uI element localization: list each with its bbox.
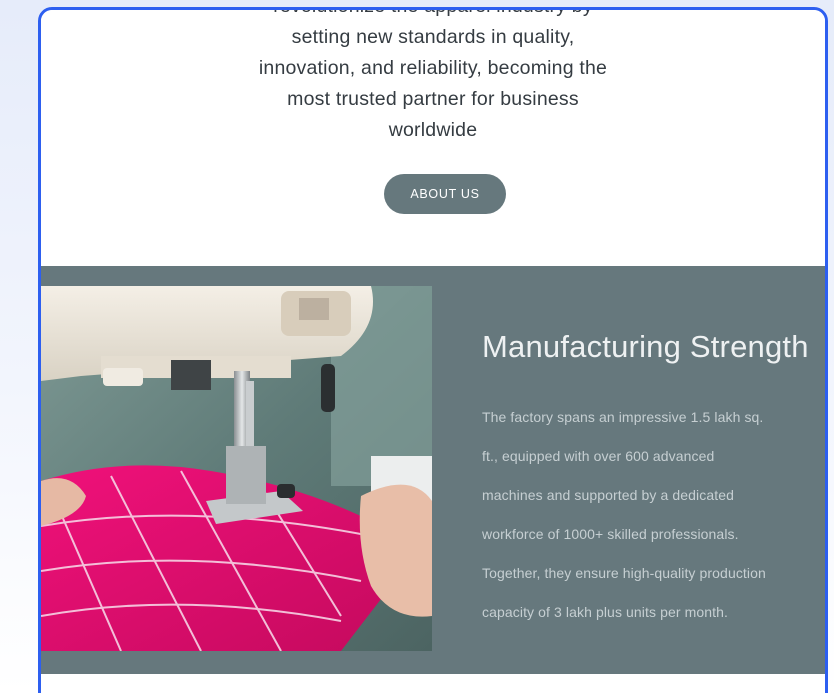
section-description: The factory spans an impressive 1.5 lakh… (482, 398, 825, 632)
mission-statement: revolutionize the apparel industry by se… (203, 10, 663, 146)
mission-section: revolutionize the apparel industry by se… (41, 10, 825, 266)
about-us-button[interactable]: ABOUT US (384, 174, 506, 214)
description-line: The factory spans an impressive 1.5 lakh… (482, 409, 764, 425)
mission-line: innovation, and reliability, becoming th… (258, 57, 608, 79)
browser-frame: revolutionize the apparel industry by se… (38, 7, 828, 693)
mission-line: setting new standards in quality, (291, 26, 575, 48)
description-line: machines and supported by a dedicated (482, 487, 734, 503)
description-line: capacity of 3 lakh plus units per month. (482, 604, 729, 620)
section-heading: Manufacturing Strength (482, 329, 809, 364)
description-line: workforce of 1000+ skilled professionals… (482, 526, 739, 542)
manufacturing-strength-section: Manufacturing Strength The factory spans… (41, 266, 825, 674)
mission-line: revolutionize the apparel industry by (273, 10, 593, 17)
mission-line: worldwide (388, 119, 478, 141)
mission-line: most trusted partner for business (287, 88, 579, 110)
description-line: Together, they ensure high-quality produ… (482, 565, 766, 581)
description-line: ft., equipped with over 600 advanced (482, 448, 715, 464)
sewing-machine-image (41, 286, 432, 651)
